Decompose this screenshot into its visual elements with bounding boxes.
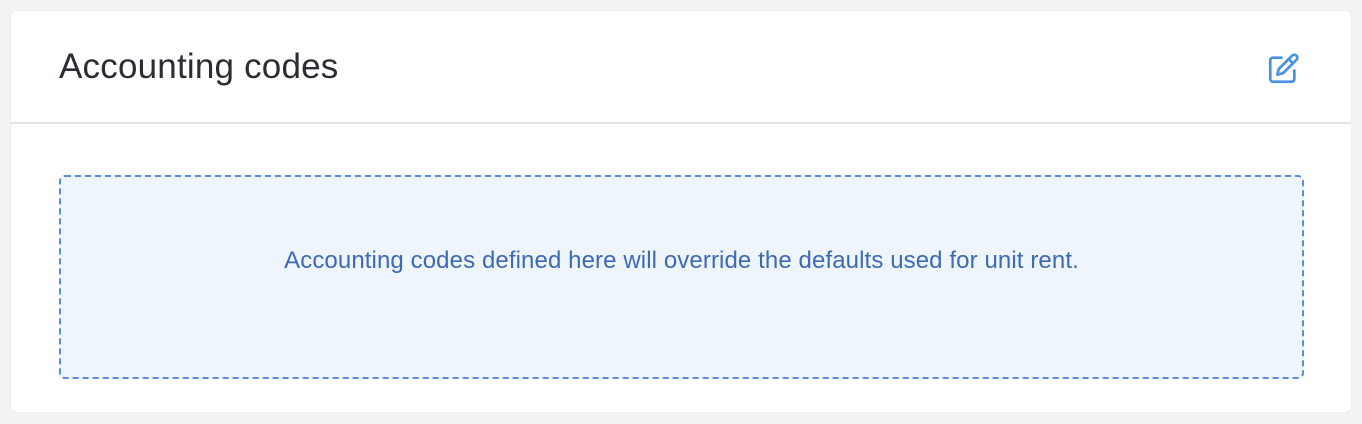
accounting-codes-card: Accounting codes Accounting codes define… [11,11,1351,412]
card-header: Accounting codes [11,11,1351,124]
empty-state-message: Accounting codes defined here will overr… [284,247,1079,274]
card-title: Accounting codes [59,47,339,86]
edit-button[interactable] [1263,49,1303,89]
edit-icon [1268,53,1299,84]
empty-state-notice: Accounting codes defined here will overr… [59,175,1304,379]
